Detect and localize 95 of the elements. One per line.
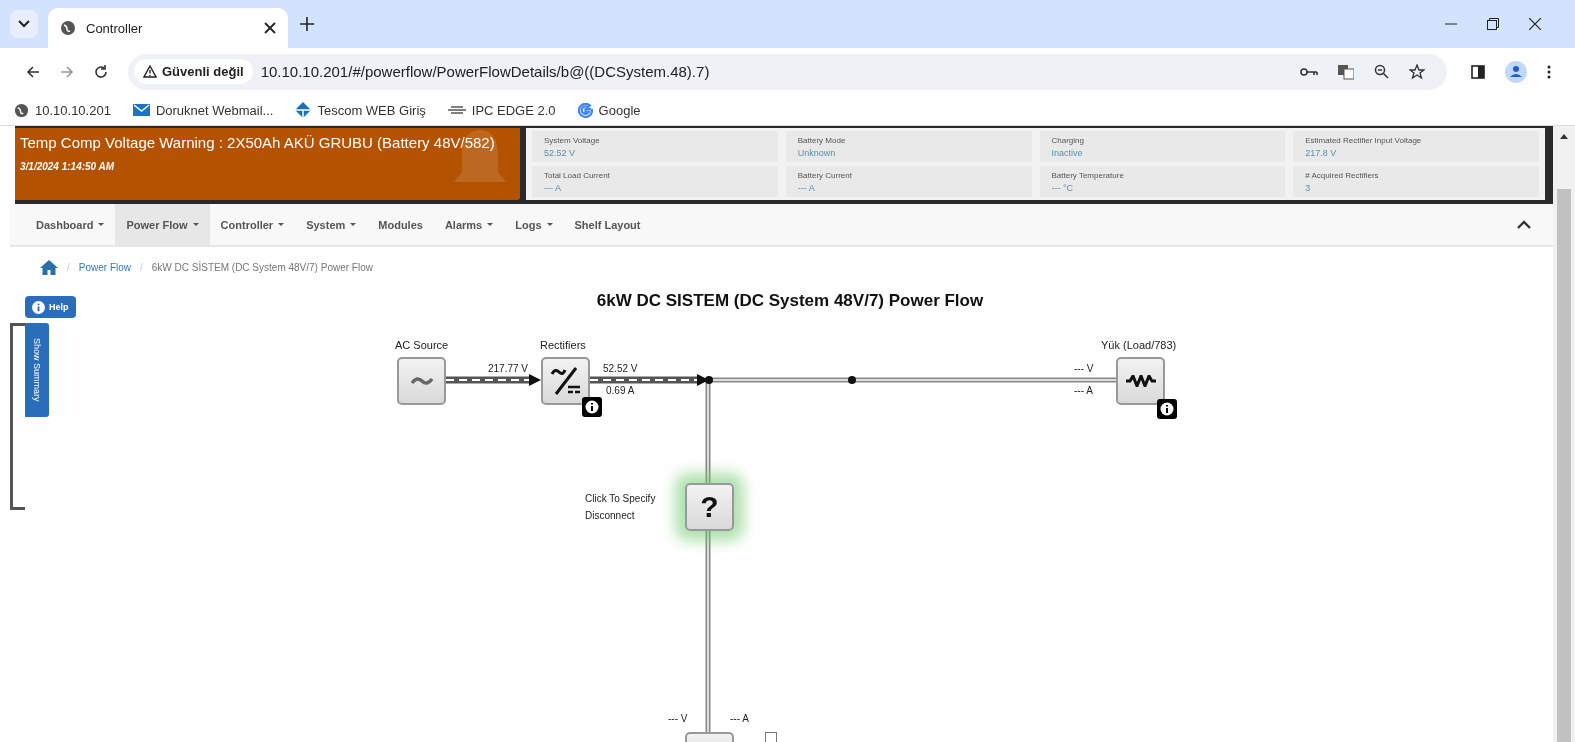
breadcrumb-link[interactable]: Power Flow <box>78 262 132 273</box>
nav-item[interactable]: Logs <box>504 204 564 245</box>
alarm-timestamp: 3/1/2024 1:14:50 AM <box>20 161 116 172</box>
security-chip[interactable]: Güvenli değil <box>134 59 253 84</box>
stat-value: --- °C <box>1051 182 1075 193</box>
address-field[interactable]: Güvenli değil 10.10.10.201/#/powerflow/PowerFlowDetails/b@((DCSystem.48).7) <box>128 53 1447 90</box>
globe-icon <box>60 20 76 36</box>
breadcrumb-separator: / <box>140 262 143 273</box>
stat-label: System Voltage <box>544 135 601 145</box>
warning-icon <box>143 65 157 78</box>
close-icon[interactable] <box>264 22 276 34</box>
translate-icon[interactable] <box>1338 63 1354 80</box>
url-text: 10.10.10.201/#/powerflow/PowerFlowDetails/b@((DCSystem.48).7) <box>260 63 710 80</box>
scrollbar-thumb[interactable] <box>1557 189 1571 742</box>
stat-value: Inactive <box>1051 147 1084 158</box>
globe-icon <box>14 102 29 118</box>
stat-value: 3 <box>1305 182 1312 193</box>
stat-label: Charging <box>1051 135 1085 145</box>
more-icon[interactable] <box>1547 64 1551 79</box>
nav-item[interactable]: Controller <box>209 204 296 245</box>
info-icon[interactable] <box>582 397 602 417</box>
forward-icon[interactable] <box>60 64 74 79</box>
bookmark[interactable]: Google <box>577 102 641 118</box>
resistor-icon <box>1125 375 1156 387</box>
voltage-reading: --- V <box>1074 363 1094 374</box>
stat-value: --- A <box>544 182 562 193</box>
ac-source-node[interactable] <box>397 357 446 405</box>
node-label: Rectifiers <box>540 339 586 351</box>
back-icon[interactable] <box>26 64 40 79</box>
restore-icon[interactable] <box>1487 18 1499 30</box>
new-tab-icon[interactable] <box>300 17 314 31</box>
rectifier-node[interactable] <box>541 357 590 405</box>
profile-icon[interactable] <box>1505 60 1527 83</box>
stat-label: Battery Temperature <box>1051 170 1125 180</box>
current-reading: --- A <box>730 713 749 724</box>
close-icon[interactable] <box>1529 18 1541 30</box>
reload-icon[interactable] <box>94 64 108 79</box>
breadcrumb-current: 6kW DC SİSTEM (DC System 48V/7) Power Flow <box>151 262 373 273</box>
disconnect-node[interactable]: ? <box>685 483 734 531</box>
stat-label: Battery Mode <box>797 135 847 145</box>
scroll-up-icon[interactable] <box>1560 134 1568 139</box>
voltage-reading: 217.77 V <box>488 363 529 374</box>
side-panel-icon[interactable] <box>1471 64 1485 79</box>
stat-value: --- A <box>797 182 816 193</box>
stat-value: 217.8 V <box>1305 147 1338 158</box>
bookmark[interactable]: IPC EDGE 2.0 <box>447 102 556 118</box>
chevron-down-icon <box>18 20 30 28</box>
bookmark[interactable]: Tescom WEB Giriş <box>295 102 426 118</box>
g-logo-icon <box>577 102 593 118</box>
breadcrumb-separator: / <box>67 262 70 273</box>
home-icon[interactable] <box>40 260 58 275</box>
nav-item[interactable]: Alarms <box>433 204 505 245</box>
zoom-icon[interactable] <box>1374 64 1389 79</box>
load-node[interactable] <box>1116 357 1165 405</box>
nav-item[interactable]: Power Flow <box>115 204 210 245</box>
diagram-title: 6kW DC SISTEM (DC System 48V/7) Power Flow <box>595 291 985 311</box>
stat-label: # Acquired Rectifiers <box>1305 170 1380 180</box>
bookmark[interactable]: Doruknet Webmail... <box>132 102 274 118</box>
junction-dot <box>705 376 713 384</box>
current-reading: --- A <box>1074 385 1093 396</box>
current-reading: 0.69 A <box>606 385 635 396</box>
help-button[interactable]: Help <box>25 296 76 318</box>
stat-label: Total Load Current <box>544 170 611 180</box>
tab-title: Controller <box>86 20 144 36</box>
rectifier-icon <box>549 366 582 396</box>
nav-item[interactable]: Modules <box>367 204 434 245</box>
junction-dot <box>848 376 856 384</box>
collapse-icon[interactable] <box>1517 220 1531 229</box>
stat-value: Unknown <box>797 147 837 158</box>
nav-item[interactable]: System <box>295 204 368 245</box>
voltage-reading: --- V <box>668 713 688 724</box>
disconnect-label: Click To Specify Disconnect <box>585 492 657 523</box>
alarm-message: Temp Comp Voltage Warning : 2X50Ah AKÜ GRUBU (Battery 48V/582) <box>20 134 496 151</box>
nav-item[interactable]: Dashboard <box>25 204 116 245</box>
sine-wave-icon <box>409 376 434 386</box>
info-icon <box>32 300 45 314</box>
tab-search-button[interactable] <box>10 10 38 38</box>
envelope-icon <box>132 104 150 116</box>
voltage-reading: 52.52 V <box>603 363 638 374</box>
bookmark[interactable]: 10.10.10.201 <box>14 102 111 118</box>
scrollbar[interactable] <box>1553 126 1575 742</box>
logo-icon <box>447 106 466 114</box>
show-summary-tab[interactable]: Show Summary <box>25 323 49 417</box>
node-label: Yük (Load/783) <box>1101 339 1177 351</box>
nav-item[interactable]: Shelf Layout <box>563 204 652 245</box>
stat-label: Estimated Rectifier Input Voltage <box>1305 135 1423 145</box>
stat-label: Battery Current <box>797 170 853 180</box>
alarm-banner[interactable]: Temp Comp Voltage Warning : 2X50Ah AKÜ GRUBU (Battery 48V/582) 3/1/2024 1:14:50 AM <box>15 128 520 200</box>
diamond-icon <box>295 102 312 118</box>
key-icon[interactable] <box>1300 66 1318 77</box>
node-label: AC Source <box>395 339 449 351</box>
info-icon[interactable] <box>1157 399 1177 419</box>
star-icon[interactable] <box>1409 63 1425 80</box>
stat-value: 52.52 V <box>544 147 577 158</box>
browser-tab[interactable]: Controller <box>48 8 288 48</box>
